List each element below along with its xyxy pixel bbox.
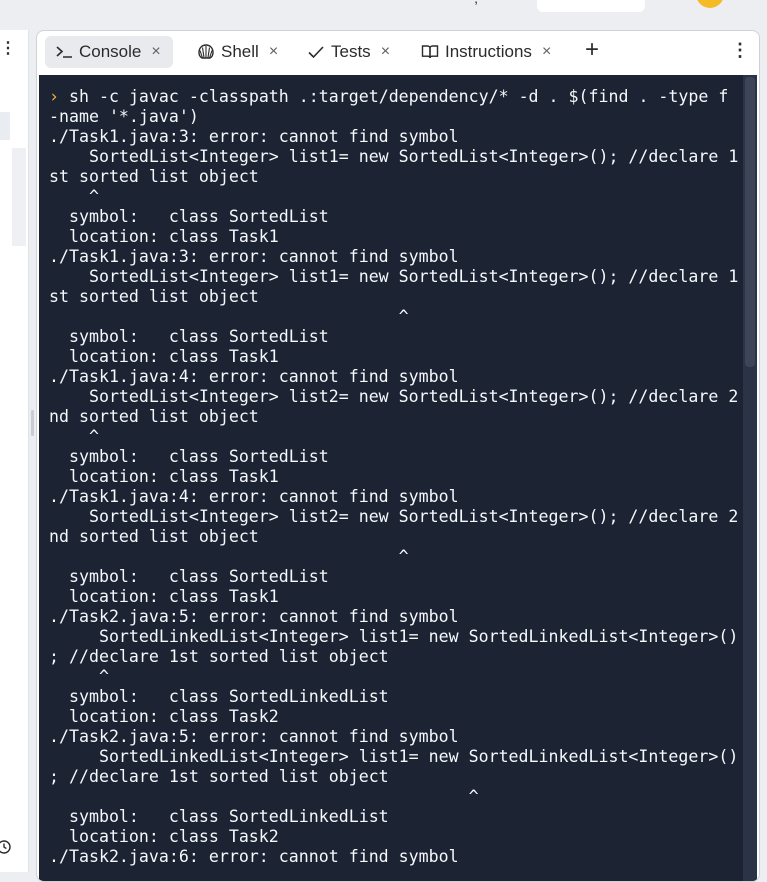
console-line: SortedList<Integer> list2= new SortedLis… (49, 387, 739, 406)
side-panel-menu-icon[interactable]: ⋮ (0, 41, 16, 57)
check-icon (307, 43, 325, 61)
console-line: SortedLinkedList<Integer> list1= new Sor… (49, 627, 739, 646)
console-line: location: class Task1 (49, 467, 279, 486)
close-icon[interactable]: × (542, 43, 551, 61)
console-line: location: class Task1 (49, 227, 279, 246)
side-panel-selected-row[interactable] (0, 112, 10, 140)
console-line: symbol: class SortedLinkedList (49, 687, 389, 706)
side-panel-scrollbar[interactable] (12, 148, 26, 246)
tab-instructions[interactable]: Instructions × (415, 36, 557, 68)
history-icon[interactable] (0, 840, 11, 854)
console-line: ^ (49, 187, 99, 206)
top-bar-icon[interactable]: ʻ,ʼ (471, 0, 481, 6)
console-line: ./Task2.java:6: error: cannot find symbo… (49, 847, 459, 866)
tab-label: Console (79, 42, 142, 61)
pane-menu-icon[interactable]: ⋮ (731, 41, 749, 59)
console-line: ^ (49, 547, 409, 566)
tab-label: Shell (221, 42, 259, 61)
console-pane: Console × Shell × Tests × Instructions ×… (36, 30, 760, 882)
console-line: ./Task1.java:3: error: cannot find symbo… (49, 127, 459, 146)
tab-label: Instructions (445, 42, 532, 61)
add-tab-button[interactable]: + (585, 38, 599, 62)
console-line: ; //declare 1st sorted list object (49, 647, 389, 666)
chevron-down-icon[interactable]: ˇ (665, 0, 670, 6)
console-line: location: class Task2 (49, 707, 279, 726)
tab-console[interactable]: Console × (45, 36, 173, 68)
console-line: location: class Task1 (49, 587, 279, 606)
console-scrollbar-thumb[interactable] (745, 77, 755, 367)
console-line: location: class Task1 (49, 347, 279, 366)
tab-bar: Console × Shell × Tests × Instructions ×… (37, 31, 759, 75)
console-line: SortedList<Integer> list2= new SortedLis… (49, 507, 739, 526)
console-line: SortedLinkedList<Integer> list1= new Sor… (49, 747, 739, 766)
console-line: ^ (49, 307, 409, 326)
side-panel: ⋮ (0, 30, 29, 872)
console-text: › sh -c javac -classpath .:target/depend… (49, 87, 743, 867)
prompt-icon: › (49, 87, 59, 106)
console-line: location: class Task2 (49, 827, 279, 846)
console-line: ./Task2.java:5: error: cannot find symbo… (49, 607, 459, 626)
console-line: symbol: class SortedList (49, 567, 329, 586)
tab-tests[interactable]: Tests × (301, 36, 396, 68)
console-line: ; //declare 1st sorted list object (49, 767, 389, 786)
console-line: ./Task1.java:4: error: cannot find symbo… (49, 367, 459, 386)
console-line: SortedList<Integer> list1= new SortedLis… (49, 267, 739, 286)
book-icon (421, 43, 439, 61)
resize-handle[interactable] (31, 410, 34, 436)
output-lines: ./Task1.java:3: error: cannot find symbo… (49, 127, 738, 866)
console-line: ^ (49, 787, 479, 806)
console-line: st sorted list object (49, 287, 259, 306)
top-bar: ʻ,ʼ ˇ (0, 0, 767, 30)
console-line: symbol: class SortedList (49, 447, 329, 466)
close-icon[interactable]: × (269, 43, 278, 61)
console-line: ./Task1.java:4: error: cannot find symbo… (49, 487, 459, 506)
close-icon[interactable]: × (381, 43, 390, 61)
console-line: symbol: class SortedLinkedList (49, 807, 389, 826)
shell-icon (197, 43, 215, 61)
console-line: st sorted list object (49, 167, 259, 186)
tab-shell[interactable]: Shell × (191, 36, 284, 68)
console-line: symbol: class SortedList (49, 207, 329, 226)
close-icon[interactable]: × (151, 43, 160, 61)
tab-label: Tests (331, 42, 371, 61)
console-line: ./Task1.java:3: error: cannot find symbo… (49, 247, 459, 266)
avatar[interactable] (696, 0, 724, 8)
command-line: sh -c javac -classpath .:target/dependen… (49, 87, 729, 126)
console-output[interactable]: › sh -c javac -classpath .:target/depend… (39, 75, 757, 881)
terminal-icon (55, 43, 73, 61)
console-line: nd sorted list object (49, 407, 259, 426)
top-bar-button[interactable] (537, 0, 645, 12)
console-line: nd sorted list object (49, 527, 259, 546)
console-line: ^ (49, 427, 99, 446)
console-line: ./Task2.java:5: error: cannot find symbo… (49, 727, 459, 746)
console-line: SortedList<Integer> list1= new SortedLis… (49, 147, 739, 166)
console-line: symbol: class SortedList (49, 327, 329, 346)
console-line: ^ (49, 667, 109, 686)
